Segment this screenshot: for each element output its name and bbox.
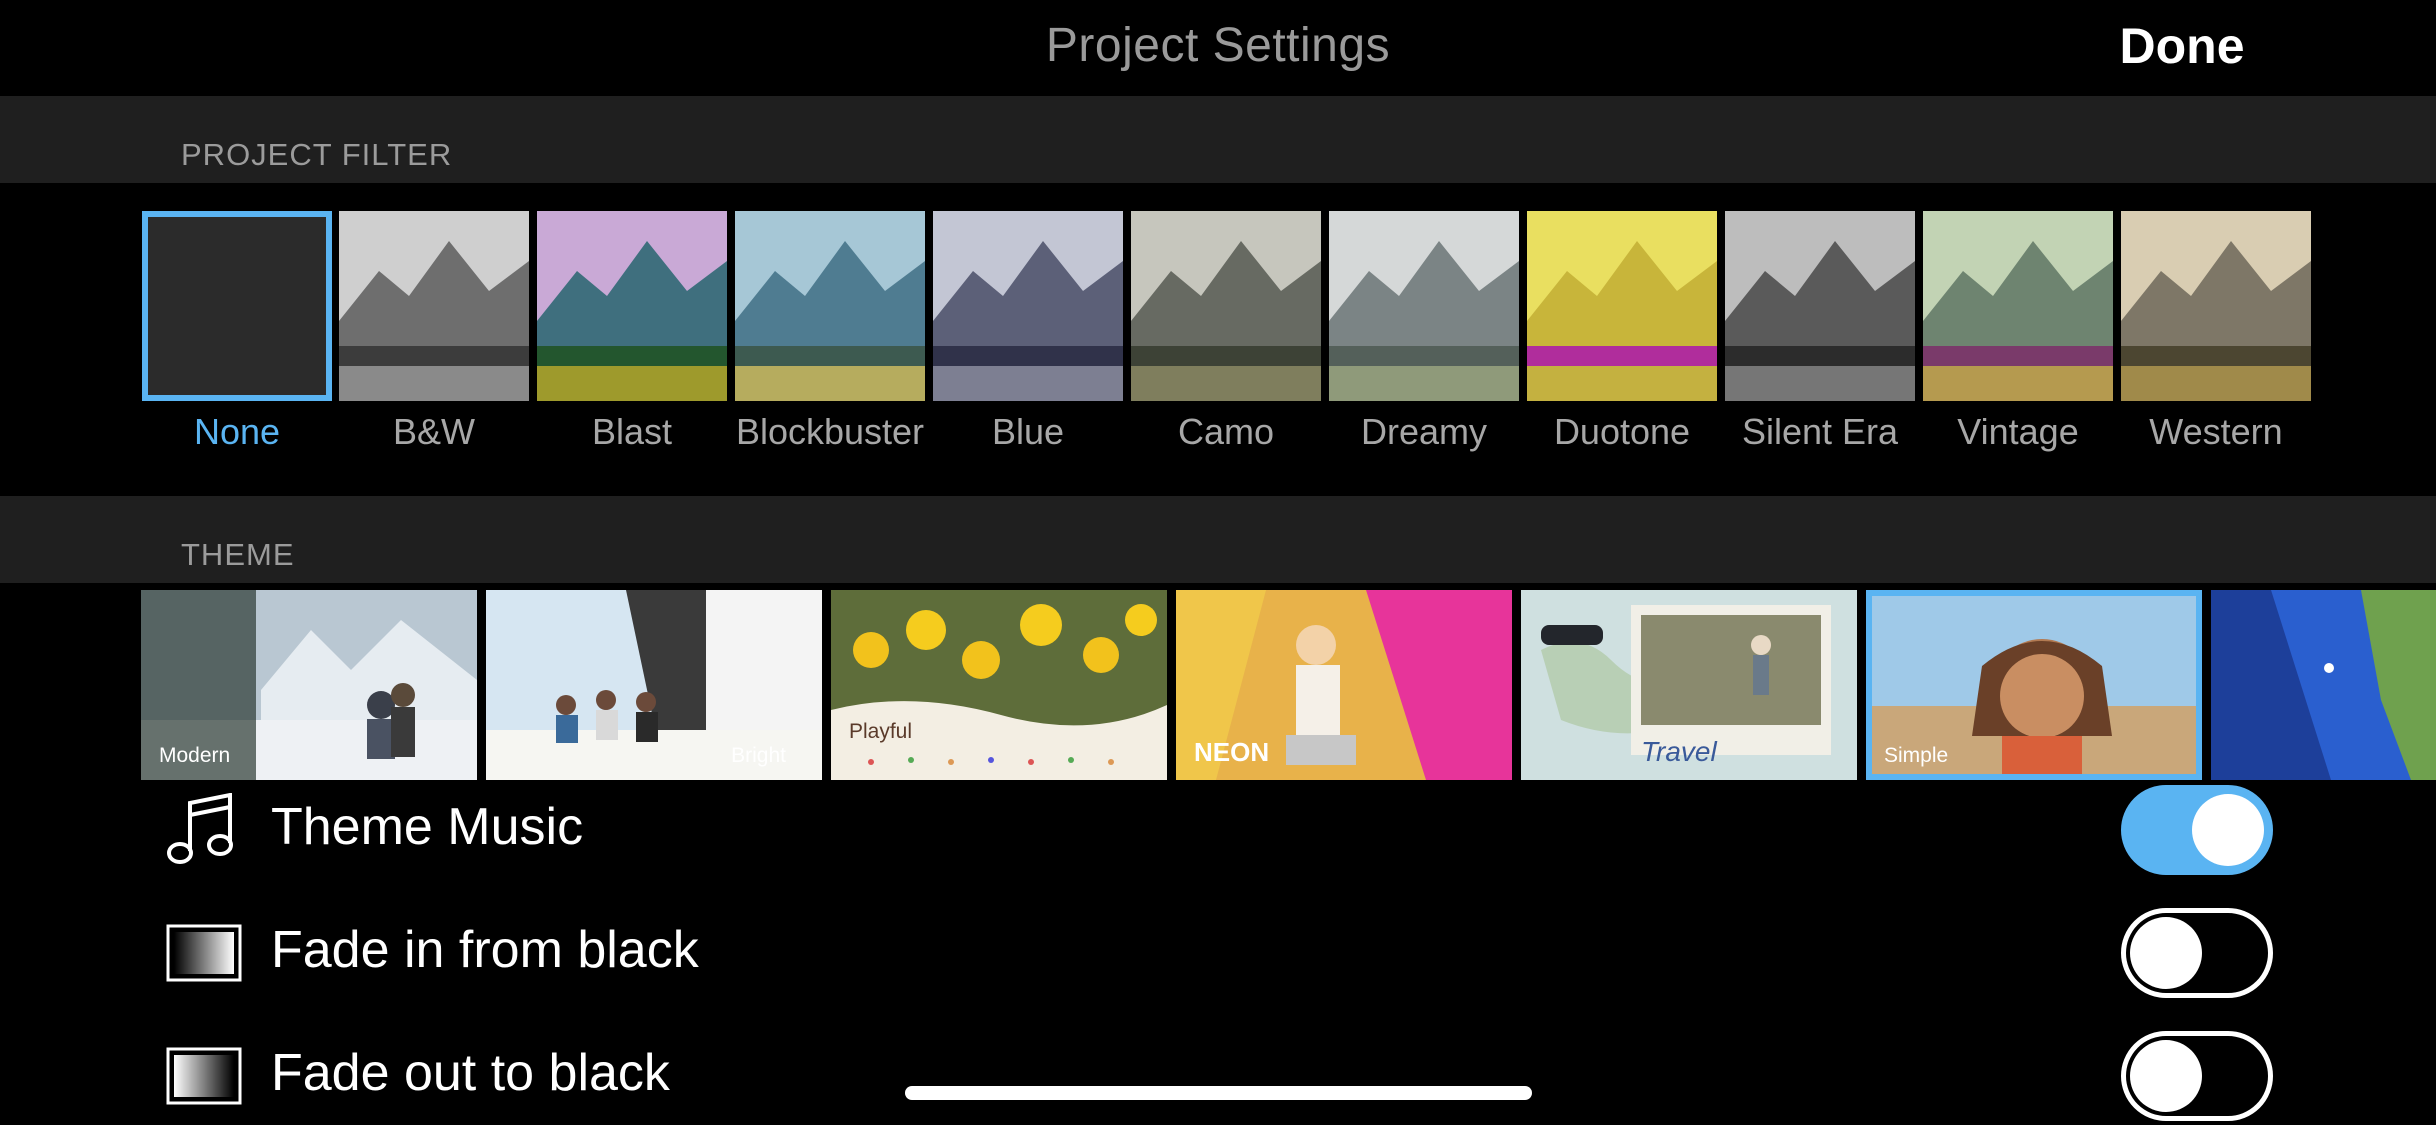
filter-western[interactable]: Western — [2121, 211, 2311, 452]
filter-blue[interactable]: Blue — [933, 211, 1123, 452]
fade-out-label: Fade out to black — [271, 1044, 670, 1102]
filter-blast[interactable]: Blast — [537, 211, 727, 452]
filter-bw[interactable]: B&W — [339, 211, 529, 452]
theme-playful[interactable]: Playful — [831, 590, 1167, 780]
fade-out-toggle[interactable] — [2121, 1031, 2273, 1121]
theme-travel[interactable]: Travel — [1521, 590, 1857, 780]
filter-thumbnail-western — [2121, 211, 2311, 401]
fade-in-icon — [166, 924, 242, 987]
project-filter-header-label: PROJECT FILTER — [181, 137, 453, 172]
fade-out-icon — [166, 1047, 242, 1110]
theme-music-row: Theme Music — [0, 775, 2436, 885]
theme-label: NEON — [1194, 737, 1270, 767]
toggle-knob — [2192, 794, 2264, 866]
filter-thumbnail-dreamy — [1329, 211, 1519, 401]
filter-thumbnail-duotone — [1527, 211, 1717, 401]
filter-duotone[interactable]: Duotone — [1527, 211, 1717, 452]
filter-camo[interactable]: Camo — [1131, 211, 1321, 452]
filter-none[interactable]: None — [142, 211, 332, 452]
project-filter-header: PROJECT FILTER — [0, 96, 2436, 183]
filter-thumbnail-none — [142, 211, 332, 401]
filter-vintage[interactable]: Vintage — [1923, 211, 2113, 452]
theme-music-label: Theme Music — [271, 798, 584, 856]
filter-thumbnail-bw — [339, 211, 529, 401]
theme-label: Simple — [1884, 744, 1949, 767]
filter-thumbnail-blockbuster — [735, 211, 925, 401]
theme-music-toggle[interactable] — [2121, 785, 2273, 875]
fade-in-label: Fade in from black — [271, 921, 699, 979]
theme-label: Travel — [1641, 736, 1717, 767]
filter-thumbnail-silent-era — [1725, 211, 1915, 401]
filter-label: Western — [2149, 411, 2283, 452]
toggle-knob — [2130, 917, 2202, 989]
fade-out-row: Fade out to black — [0, 1021, 2436, 1125]
filter-thumbnail-blue — [933, 211, 1123, 401]
done-button[interactable]: Done — [2112, 16, 2252, 76]
theme-sports[interactable] — [2211, 590, 2436, 780]
filter-thumbnail-camo — [1131, 211, 1321, 401]
toggle-knob — [2130, 1040, 2202, 1112]
filter-thumbnail-blast — [537, 211, 727, 401]
filter-dreamy[interactable]: Dreamy — [1329, 211, 1519, 452]
page-title: Project Settings — [1045, 19, 1391, 72]
filter-thumbnail-vintage — [1923, 211, 2113, 401]
fade-in-toggle[interactable] — [2121, 908, 2273, 998]
theme-label: Bright — [731, 744, 786, 767]
fade-in-row: Fade in from black — [0, 898, 2436, 1008]
project-settings-screen: Project Settings Done PROJECT FILTER Non… — [0, 0, 2436, 1125]
theme-neon[interactable]: NEON — [1176, 590, 1512, 780]
home-indicator[interactable] — [905, 1086, 1532, 1100]
theme-label: Modern — [159, 744, 231, 767]
theme-label: Playful — [849, 720, 913, 743]
filter-blockbuster[interactable]: Blockbuster — [735, 211, 925, 452]
theme-header: THEME — [0, 496, 2436, 583]
theme-modern[interactable]: Modern — [141, 590, 477, 780]
theme-simple[interactable]: Simple — [1866, 590, 2202, 780]
filter-silent-era[interactable]: Silent Era — [1725, 211, 1915, 452]
theme-header-label: THEME — [181, 537, 295, 572]
music-note-icon — [166, 792, 236, 874]
theme-bright[interactable]: Bright — [486, 590, 822, 780]
